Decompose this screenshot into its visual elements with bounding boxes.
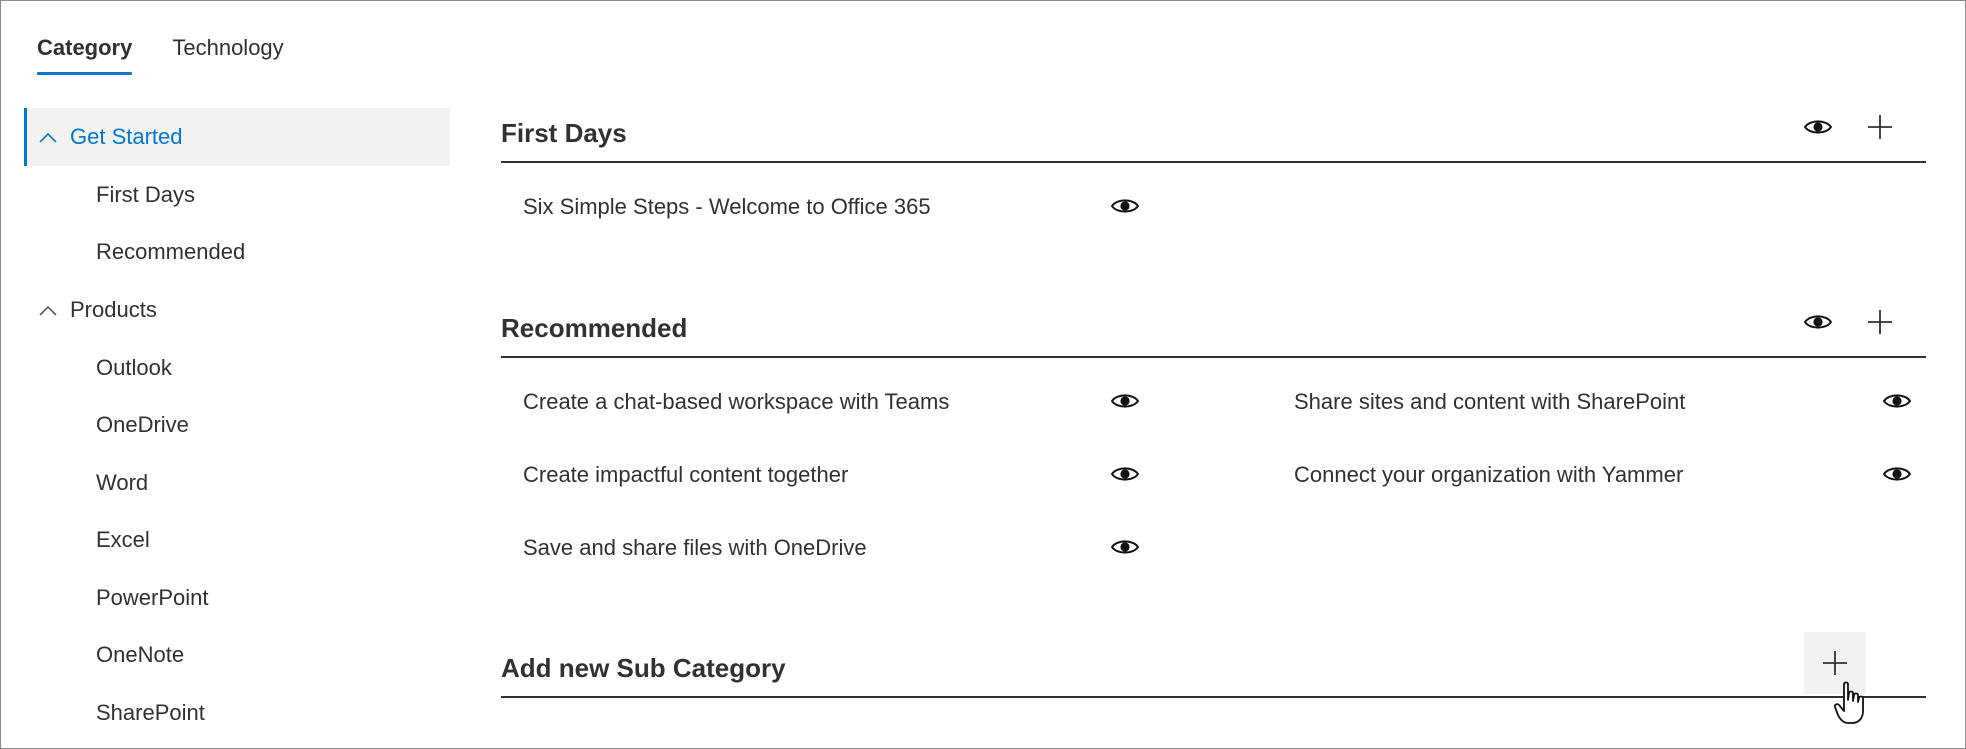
eye-icon[interactable] [1882,392,1912,410]
sidebar-item-onedrive[interactable]: OneDrive [24,397,450,455]
chevron-up-icon[interactable] [38,303,58,317]
sidebar-item-first-days[interactable]: First Days [24,166,450,224]
list-item-sharepoint[interactable]: Share sites and content with SharePoint [1294,389,1685,415]
eye-icon[interactable] [1802,111,1834,143]
tab-bar: Category Technology [37,29,324,75]
eye-icon[interactable] [1110,197,1140,215]
section-header-recommended: Recommended [501,300,1926,358]
eye-icon[interactable] [1110,392,1140,410]
list-item-six-simple-steps[interactable]: Six Simple Steps - Welcome to Office 365 [523,194,931,220]
list-item-teams[interactable]: Create a chat-based workspace with Teams [523,389,949,415]
app-frame: Category Technology Get Started First Da… [0,0,1966,749]
eye-icon[interactable] [1802,306,1834,338]
sidebar-item-word[interactable]: Word [24,454,450,512]
eye-icon[interactable] [1882,465,1912,483]
sidebar-group-get-started[interactable]: Get Started [24,108,450,166]
tab-technology[interactable]: Technology [172,29,283,75]
section-actions [1802,111,1896,143]
section-title: First Days [501,117,627,148]
sidebar-item-onenote[interactable]: OneNote [24,627,450,685]
add-sub-category-button[interactable] [1804,632,1866,694]
plus-icon[interactable] [1864,111,1896,143]
sidebar-item-powerpoint[interactable]: PowerPoint [24,569,450,627]
section-title: Add new Sub Category [501,652,786,683]
sidebar-group-label: Get Started [70,124,183,149]
section-title: Recommended [501,312,688,343]
section-header-first-days: First Days [501,105,1926,163]
sidebar-item-recommended[interactable]: Recommended [24,224,450,282]
section-header-add-sub-category: Add new Sub Category [501,640,1926,698]
tab-category[interactable]: Category [37,29,133,75]
sidebar-group-products[interactable]: Products [24,281,450,339]
main-content: First Days Six Simple Steps - Welcome to… [501,1,1926,748]
list-item-yammer[interactable]: Connect your organization with Yammer [1294,462,1683,488]
sidebar-item-outlook[interactable]: Outlook [24,339,450,397]
plus-icon [1821,649,1849,677]
list-item-onedrive[interactable]: Save and share files with OneDrive [523,535,867,561]
sidebar-item-excel[interactable]: Excel [24,512,450,570]
plus-icon[interactable] [1864,306,1896,338]
eye-icon[interactable] [1110,538,1140,556]
chevron-up-icon[interactable] [38,130,58,144]
sidebar-item-sharepoint[interactable]: SharePoint [24,684,450,742]
section-actions [1802,306,1896,338]
sidebar-group-label: Products [70,297,157,322]
category-sidebar: Get Started First Days Recommended Produ… [24,108,450,742]
list-item-impactful-content[interactable]: Create impactful content together [523,462,848,488]
eye-icon[interactable] [1110,465,1140,483]
